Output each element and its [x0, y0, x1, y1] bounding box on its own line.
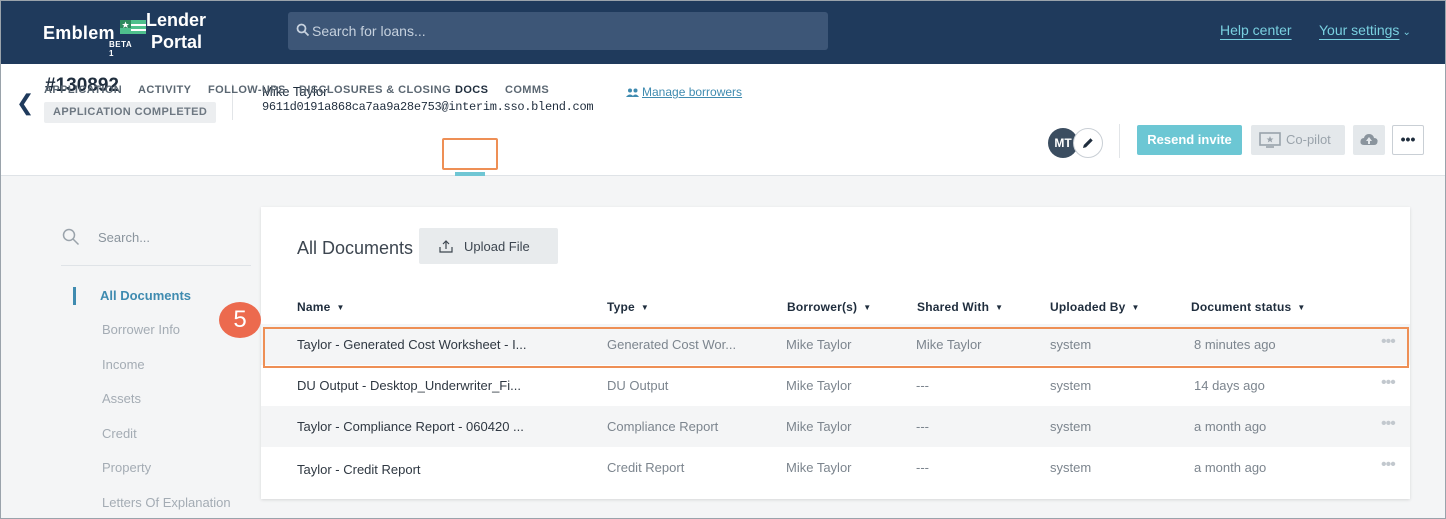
sidebar-item-all-documents[interactable]: All Documents — [100, 288, 191, 303]
upload-file-button[interactable]: Upload File — [419, 228, 558, 264]
upload-icon — [439, 240, 453, 253]
row-highlight — [263, 327, 1409, 368]
column-header-document-status[interactable]: Document status ▼ — [1191, 300, 1305, 314]
status-badge: APPLICATION COMPLETED — [44, 102, 217, 123]
cloud-upload-button[interactable] — [1353, 125, 1385, 155]
column-header-shared-with[interactable]: Shared With ▼ — [917, 300, 1003, 314]
tab-disclosures-closing[interactable]: DISCLOSURES & CLOSING — [299, 84, 451, 96]
sidebar-item-property[interactable]: Property — [102, 460, 151, 475]
borrower-email: 9611d0191a868ca7aa9a28e753@interim.sso.b… — [262, 100, 594, 114]
upload-file-label: Upload File — [464, 239, 530, 254]
active-tab-indicator — [455, 172, 485, 176]
manage-borrowers-label: Manage borrowers — [642, 85, 743, 99]
help-center-link[interactable]: Help center — [1220, 22, 1292, 38]
search-icon — [62, 228, 80, 246]
copilot-button[interactable]: Co-pilot — [1251, 125, 1345, 155]
sort-caret-icon: ▼ — [995, 303, 1004, 312]
doc-shared-with: --- — [916, 460, 929, 475]
sidebar-item-letters-of-explanation[interactable]: Letters Of Explanation — [102, 495, 231, 510]
loan-search-box — [288, 12, 828, 50]
table-row[interactable]: DU Output - Desktop_Underwriter_Fi... DU… — [261, 365, 1410, 406]
loan-search-input[interactable] — [312, 12, 817, 50]
page-title: All Documents — [297, 238, 414, 258]
search-icon — [296, 23, 310, 37]
doc-name[interactable]: DU Output - Desktop_Underwriter_Fi... — [297, 378, 521, 393]
active-nav-indicator — [73, 287, 76, 305]
logo-portal-text: Portal — [151, 32, 203, 52]
doc-uploaded-by: system — [1050, 378, 1092, 393]
sidebar-item-assets[interactable]: Assets — [102, 391, 141, 406]
resend-invite-button[interactable]: Resend invite — [1137, 125, 1242, 155]
step-number-badge: 5 — [219, 302, 261, 338]
column-header-label: Uploaded By — [1050, 300, 1126, 314]
column-header-type[interactable]: Type ▼ — [607, 300, 649, 314]
cloud-upload-icon — [1360, 134, 1378, 145]
chevron-down-icon: ⌄ — [1402, 27, 1411, 38]
column-header-label: Name — [297, 300, 331, 314]
column-header-label: Document status — [1191, 300, 1292, 314]
sidebar-item-borrower-info[interactable]: Borrower Info — [102, 322, 180, 337]
doc-borrowers: Mike Taylor — [786, 419, 852, 434]
doc-shared-with: --- — [916, 378, 929, 393]
tab-comms[interactable]: COMMS — [505, 84, 549, 96]
row-menu-icon[interactable]: ••• — [1381, 415, 1396, 433]
sidebar-item-income[interactable]: Income — [102, 357, 145, 372]
table-row[interactable]: Taylor - Credit Report Credit Report Mik… — [261, 447, 1410, 488]
row-menu-icon[interactable]: ••• — [1381, 456, 1396, 474]
doc-status: a month ago — [1194, 460, 1267, 475]
flag-icon — [120, 20, 146, 34]
doc-borrowers: Mike Taylor — [786, 378, 852, 393]
doc-type: Compliance Report — [607, 419, 719, 434]
sort-caret-icon: ▼ — [1297, 303, 1306, 312]
doc-shared-with: --- — [916, 419, 929, 434]
people-icon — [626, 88, 639, 97]
logo-beta-label: BETA 1 — [109, 40, 132, 58]
sidebar-item-credit[interactable]: Credit — [102, 426, 137, 441]
docs-search-input[interactable] — [98, 226, 248, 248]
row-menu-icon[interactable]: ••• — [1381, 374, 1396, 392]
doc-name[interactable]: Taylor - Compliance Report - 060420 ... — [297, 419, 524, 434]
copilot-label: Co-pilot — [1286, 132, 1331, 147]
tab-application[interactable]: APPLICATION — [44, 84, 122, 96]
tab-activity[interactable]: ACTIVITY — [138, 84, 191, 96]
doc-type: Credit Report — [607, 460, 685, 475]
logo-emblem-text: Emblem — [43, 23, 115, 43]
column-header-label: Borrower(s) — [787, 300, 858, 314]
top-bar: Emblem BETA 1 Lender Portal Help center … — [0, 0, 1446, 64]
more-options-button[interactable]: ••• — [1392, 125, 1424, 155]
sort-caret-icon: ▼ — [640, 303, 650, 312]
docs-tab-highlight — [442, 138, 498, 170]
back-arrow-icon[interactable]: ❮ — [16, 90, 34, 116]
doc-type: DU Output — [607, 378, 669, 393]
column-header-name[interactable]: Name ▼ — [297, 300, 345, 314]
sort-caret-icon: ▼ — [1131, 303, 1140, 312]
doc-uploaded-by: system — [1050, 419, 1092, 434]
your-settings-label: Your settings — [1319, 22, 1400, 38]
edit-pencil-button[interactable] — [1073, 128, 1103, 158]
your-settings-menu[interactable]: Your settings ⌄ — [1319, 22, 1411, 38]
sort-caret-icon: ▼ — [863, 303, 872, 312]
manage-borrowers-link[interactable]: Manage borrowers — [626, 85, 742, 99]
monitor-icon — [1259, 132, 1281, 148]
logo-lender-text: Lender — [146, 10, 207, 30]
divider — [1119, 124, 1120, 158]
column-header-borrowers[interactable]: Borrower(s) ▼ — [787, 300, 871, 314]
tab-follow-ups[interactable]: FOLLOW-UPS — [208, 84, 286, 96]
doc-name[interactable]: Taylor - Credit Report — [297, 462, 421, 477]
doc-uploaded-by: system — [1050, 460, 1092, 475]
table-row[interactable]: Taylor - Compliance Report - 060420 ... … — [261, 406, 1410, 447]
column-header-label: Shared With — [917, 300, 990, 314]
divider — [61, 265, 251, 266]
sort-caret-icon: ▼ — [336, 303, 345, 312]
doc-borrowers: Mike Taylor — [786, 460, 852, 475]
column-header-uploaded-by[interactable]: Uploaded By ▼ — [1050, 300, 1140, 314]
pencil-icon — [1083, 138, 1093, 148]
column-header-label: Type — [607, 300, 635, 314]
tab-docs[interactable]: DOCS — [455, 84, 488, 96]
loan-header: ❮ #130892 APPLICATION COMPLETED Mike Tay… — [0, 64, 1446, 176]
doc-status: a month ago — [1194, 419, 1267, 434]
doc-status: 14 days ago — [1194, 378, 1265, 393]
